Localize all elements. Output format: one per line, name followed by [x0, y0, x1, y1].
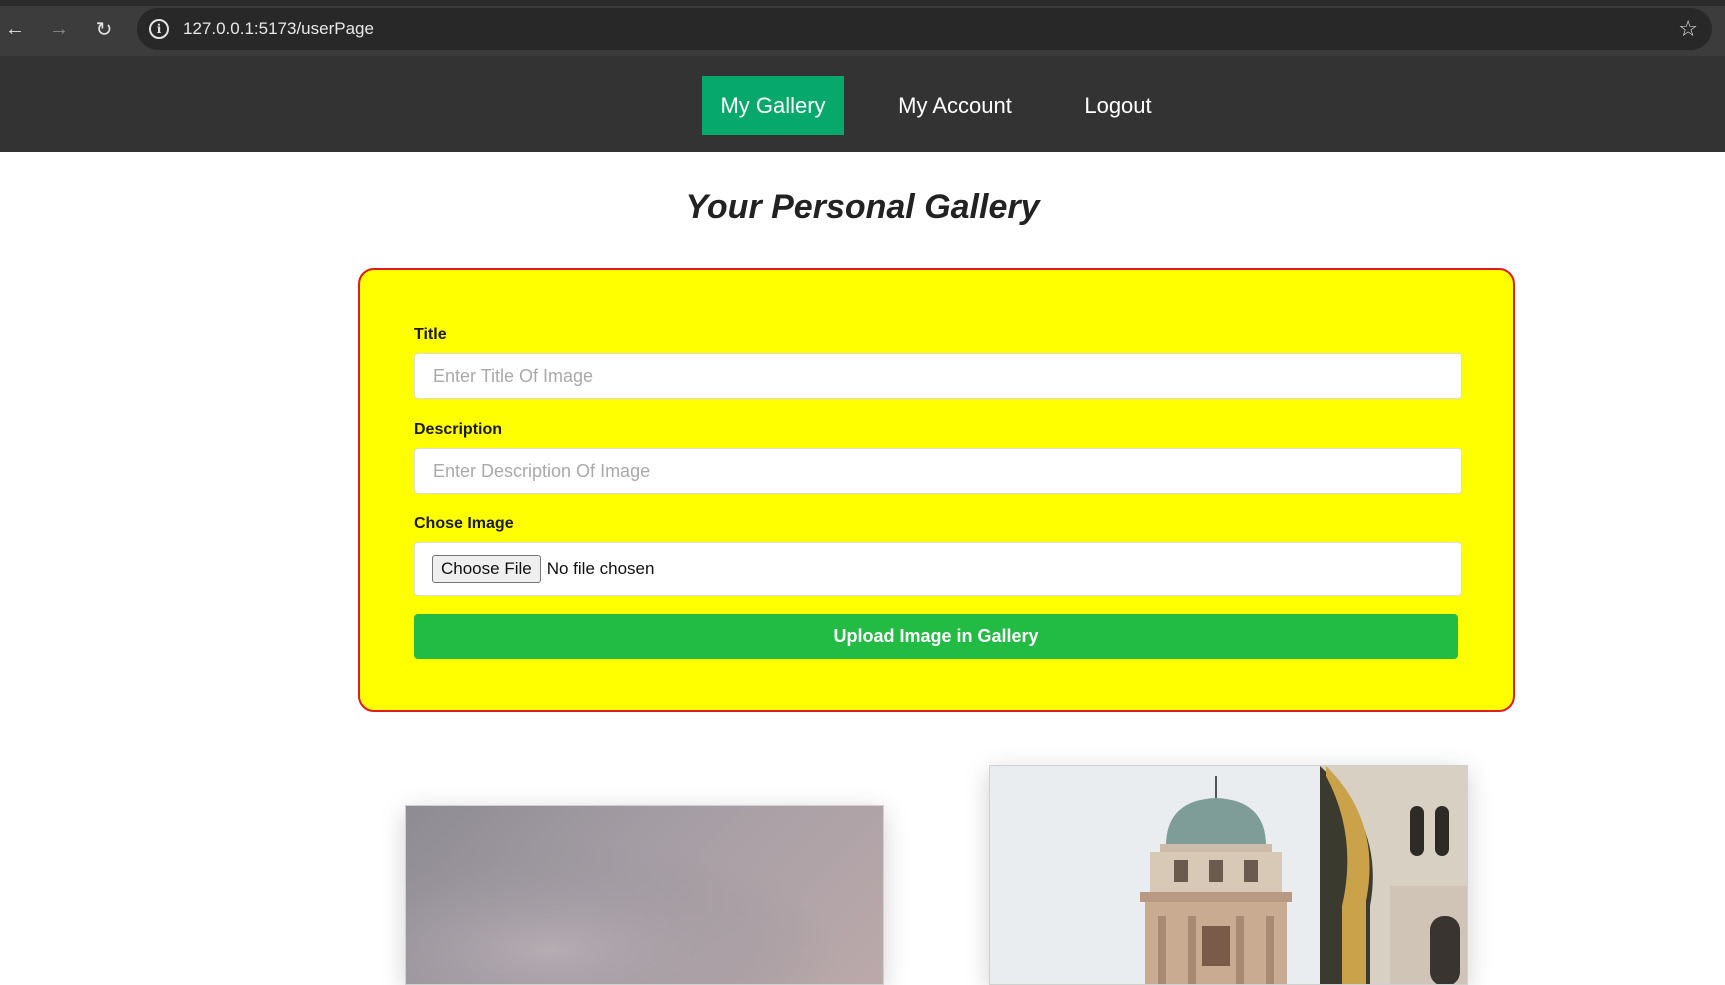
url-text[interactable]: 127.0.0.1:5173/userPage	[183, 19, 374, 39]
page-title: Your Personal Gallery	[685, 188, 1040, 226]
site-navbar: My Gallery My Account Logout	[0, 56, 1725, 152]
upload-form: Title Description Chose Image Choose Fil…	[358, 268, 1515, 712]
address-bar[interactable]: i 127.0.0.1:5173/userPage ☆	[137, 8, 1712, 50]
forward-icon[interactable]: →	[44, 14, 74, 44]
gallery-image-abstract	[406, 806, 883, 984]
file-input[interactable]: Choose File No file chosen	[414, 542, 1462, 596]
bookmark-star-icon[interactable]: ☆	[1678, 16, 1698, 42]
choose-file-button[interactable]: Choose File	[432, 555, 541, 583]
title-input[interactable]	[414, 353, 1462, 399]
upload-button[interactable]: Upload Image in Gallery	[414, 614, 1458, 659]
reload-icon[interactable]: ↻	[89, 14, 119, 44]
file-status: No file chosen	[546, 559, 655, 578]
site-info-icon[interactable]: i	[149, 19, 169, 39]
gallery-image-card[interactable]	[405, 805, 884, 985]
description-input[interactable]	[414, 448, 1462, 494]
gallery-image-building	[990, 766, 1467, 984]
image-label: Chose Image	[414, 515, 514, 532]
title-label: Title	[414, 326, 447, 343]
back-icon[interactable]: ←	[0, 14, 30, 44]
tab-strip	[0, 0, 1725, 6]
description-label: Description	[414, 421, 503, 438]
nav-logout[interactable]: Logout	[1072, 76, 1164, 135]
nav-my-gallery[interactable]: My Gallery	[702, 76, 844, 135]
gallery-image-card[interactable]	[989, 765, 1468, 985]
nav-my-account[interactable]: My Account	[884, 76, 1026, 135]
browser-toolbar: ← → ↻ i 127.0.0.1:5173/userPage ☆	[0, 0, 1725, 56]
